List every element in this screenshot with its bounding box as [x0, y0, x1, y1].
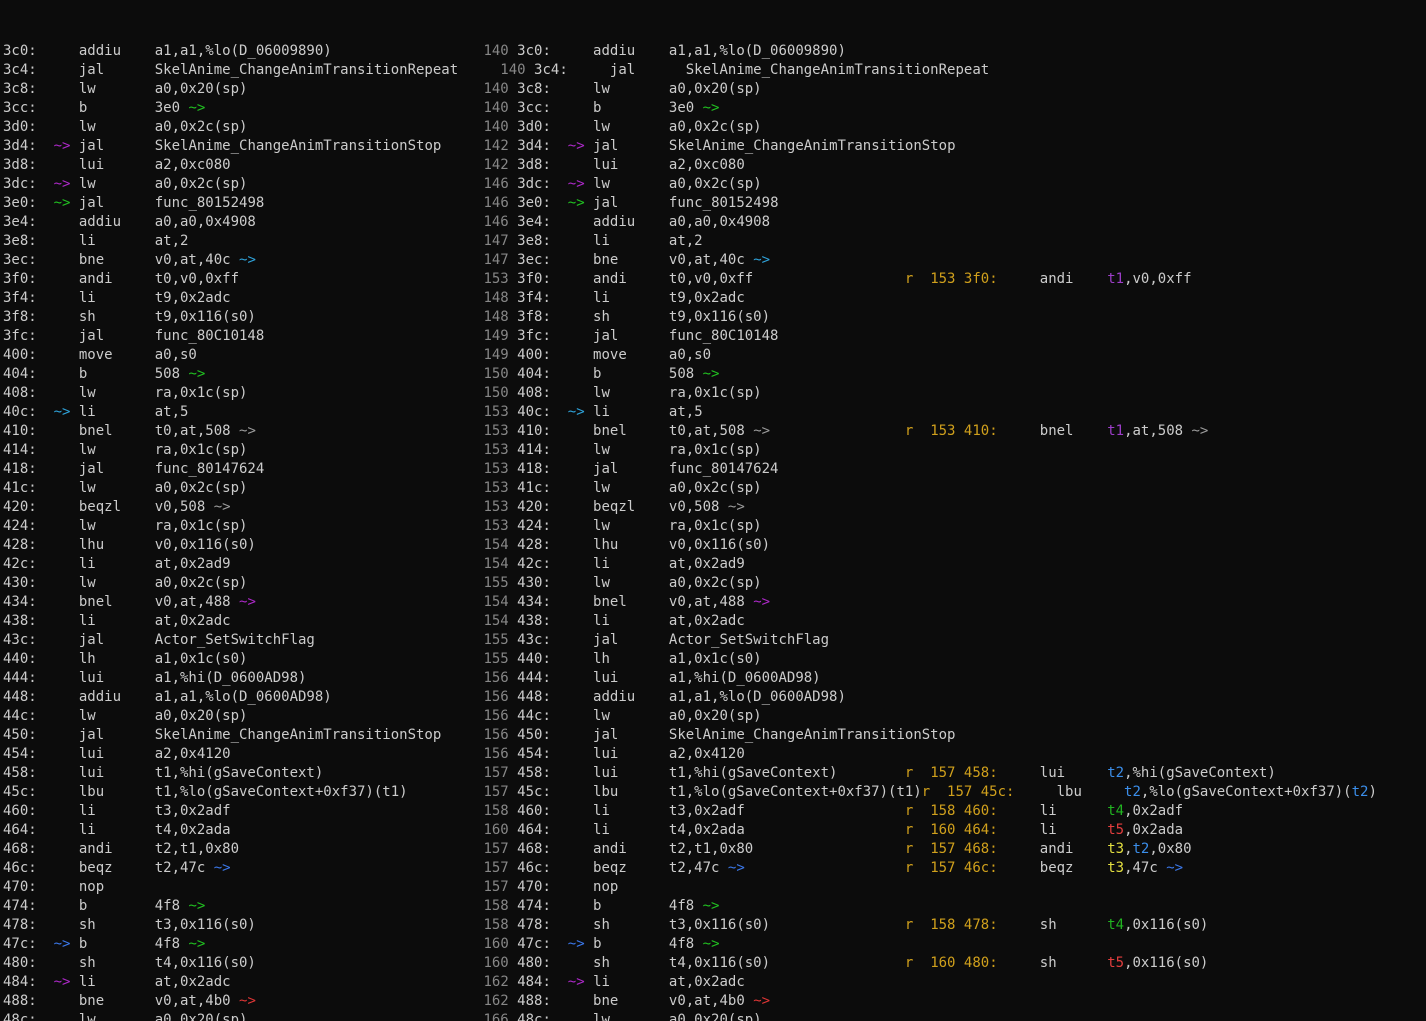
asm-row-40c: 40c: ~> li at,5 153 40c: ~> li at,5 [3, 403, 1426, 422]
asm-row-3c4: 3c4: jal SkelAnime_ChangeAnimTransitionR… [3, 61, 1426, 80]
asm-row-3e4: 3e4: addiu a0,a0,0x4908 146 3e4: addiu a… [3, 213, 1426, 232]
asm-row-47c: 47c: ~> b 4f8 ~> 160 47c: ~> b 4f8 ~> [3, 935, 1426, 954]
asm-row-3f0: 3f0: andi t0,v0,0xff 153 3f0: andi t0,v0… [3, 270, 1426, 289]
asm-row-444: 444: lui a1,%hi(D_0600AD98) 156 444: lui… [3, 669, 1426, 688]
asm-row-434: 434: bnel v0,at,488 ~> 154 434: bnel v0,… [3, 593, 1426, 612]
asm-row-45c: 45c: lbu t1,%lo(gSaveContext+0xf37)(t1) … [3, 783, 1426, 802]
asm-row-430: 430: lw a0,0x2c(sp) 155 430: lw a0,0x2c(… [3, 574, 1426, 593]
asm-row-42c: 42c: li at,0x2ad9 154 42c: li at,0x2ad9 [3, 555, 1426, 574]
terminal-rows: 3c0: addiu a1,a1,%lo(D_06009890) 140 3c0… [3, 42, 1426, 1021]
asm-row-3c0: 3c0: addiu a1,a1,%lo(D_06009890) 140 3c0… [3, 42, 1426, 61]
asm-row-3e8: 3e8: li at,2 147 3e8: li at,2 [3, 232, 1426, 251]
asm-row-448: 448: addiu a1,a1,%lo(D_0600AD98) 156 448… [3, 688, 1426, 707]
asm-row-488: 488: bne v0,at,4b0 ~> 162 488: bne v0,at… [3, 992, 1426, 1011]
asm-row-3ec: 3ec: bne v0,at,40c ~> 147 3ec: bne v0,at… [3, 251, 1426, 270]
asm-row-450: 450: jal SkelAnime_ChangeAnimTransitionS… [3, 726, 1426, 745]
asm-row-404: 404: b 508 ~> 150 404: b 508 ~> [3, 365, 1426, 384]
asm-row-3fc: 3fc: jal func_80C10148 149 3fc: jal func… [3, 327, 1426, 346]
terminal-screen[interactable]: 3c0: addiu a1,a1,%lo(D_06009890) 140 3c0… [0, 0, 1426, 1021]
asm-row-420: 420: beqzl v0,508 ~> 153 420: beqzl v0,5… [3, 498, 1426, 517]
asm-row-428: 428: lhu v0,0x116(s0) 154 428: lhu v0,0x… [3, 536, 1426, 555]
asm-row-454: 454: lui a2,0x4120 156 454: lui a2,0x412… [3, 745, 1426, 764]
asm-row-3cc: 3cc: b 3e0 ~> 140 3cc: b 3e0 ~> [3, 99, 1426, 118]
asm-row-438: 438: li at,0x2adc 154 438: li at,0x2adc [3, 612, 1426, 631]
asm-row-3f4: 3f4: li t9,0x2adc 148 3f4: li t9,0x2adc [3, 289, 1426, 308]
asm-row-440: 440: lh a1,0x1c(s0) 155 440: lh a1,0x1c(… [3, 650, 1426, 669]
asm-row-410: 410: bnel t0,at,508 ~> 153 410: bnel t0,… [3, 422, 1426, 441]
asm-row-46c: 46c: beqz t2,47c ~> 157 46c: beqz t2,47c… [3, 859, 1426, 878]
asm-row-3f8: 3f8: sh t9,0x116(s0) 148 3f8: sh t9,0x11… [3, 308, 1426, 327]
asm-row-408: 408: lw ra,0x1c(sp) 150 408: lw ra,0x1c(… [3, 384, 1426, 403]
asm-row-484: 484: ~> li at,0x2adc 162 484: ~> li at,0… [3, 973, 1426, 992]
asm-row-470: 470: nop 157 470: nop [3, 878, 1426, 897]
asm-row-3c8: 3c8: lw a0,0x20(sp) 140 3c8: lw a0,0x20(… [3, 80, 1426, 99]
asm-row-460: 460: li t3,0x2adf 158 460: li t3,0x2adf … [3, 802, 1426, 821]
asm-row-418: 418: jal func_80147624 153 418: jal func… [3, 460, 1426, 479]
asm-row-3d4: 3d4: ~> jal SkelAnime_ChangeAnimTransiti… [3, 137, 1426, 156]
asm-row-474: 474: b 4f8 ~> 158 474: b 4f8 ~> [3, 897, 1426, 916]
asm-row-3d8: 3d8: lui a2,0xc080 142 3d8: lui a2,0xc08… [3, 156, 1426, 175]
asm-row-468: 468: andi t2,t1,0x80 157 468: andi t2,t1… [3, 840, 1426, 859]
asm-row-43c: 43c: jal Actor_SetSwitchFlag 155 43c: ja… [3, 631, 1426, 650]
asm-row-3e0: 3e0: ~> jal func_80152498 146 3e0: ~> ja… [3, 194, 1426, 213]
asm-row-464: 464: li t4,0x2ada 160 464: li t4,0x2ada … [3, 821, 1426, 840]
asm-row-48c: 48c: lw a0,0x20(sp) 166 48c: lw a0,0x20(… [3, 1011, 1426, 1021]
asm-row-458: 458: lui t1,%hi(gSaveContext) 157 458: l… [3, 764, 1426, 783]
asm-row-400: 400: move a0,s0 149 400: move a0,s0 [3, 346, 1426, 365]
asm-row-478: 478: sh t3,0x116(s0) 158 478: sh t3,0x11… [3, 916, 1426, 935]
asm-row-41c: 41c: lw a0,0x2c(sp) 153 41c: lw a0,0x2c(… [3, 479, 1426, 498]
asm-row-414: 414: lw ra,0x1c(sp) 153 414: lw ra,0x1c(… [3, 441, 1426, 460]
asm-row-480: 480: sh t4,0x116(s0) 160 480: sh t4,0x11… [3, 954, 1426, 973]
asm-row-424: 424: lw ra,0x1c(sp) 153 424: lw ra,0x1c(… [3, 517, 1426, 536]
asm-row-3d0: 3d0: lw a0,0x2c(sp) 140 3d0: lw a0,0x2c(… [3, 118, 1426, 137]
asm-row-44c: 44c: lw a0,0x20(sp) 156 44c: lw a0,0x20(… [3, 707, 1426, 726]
asm-row-3dc: 3dc: ~> lw a0,0x2c(sp) 146 3dc: ~> lw a0… [3, 175, 1426, 194]
